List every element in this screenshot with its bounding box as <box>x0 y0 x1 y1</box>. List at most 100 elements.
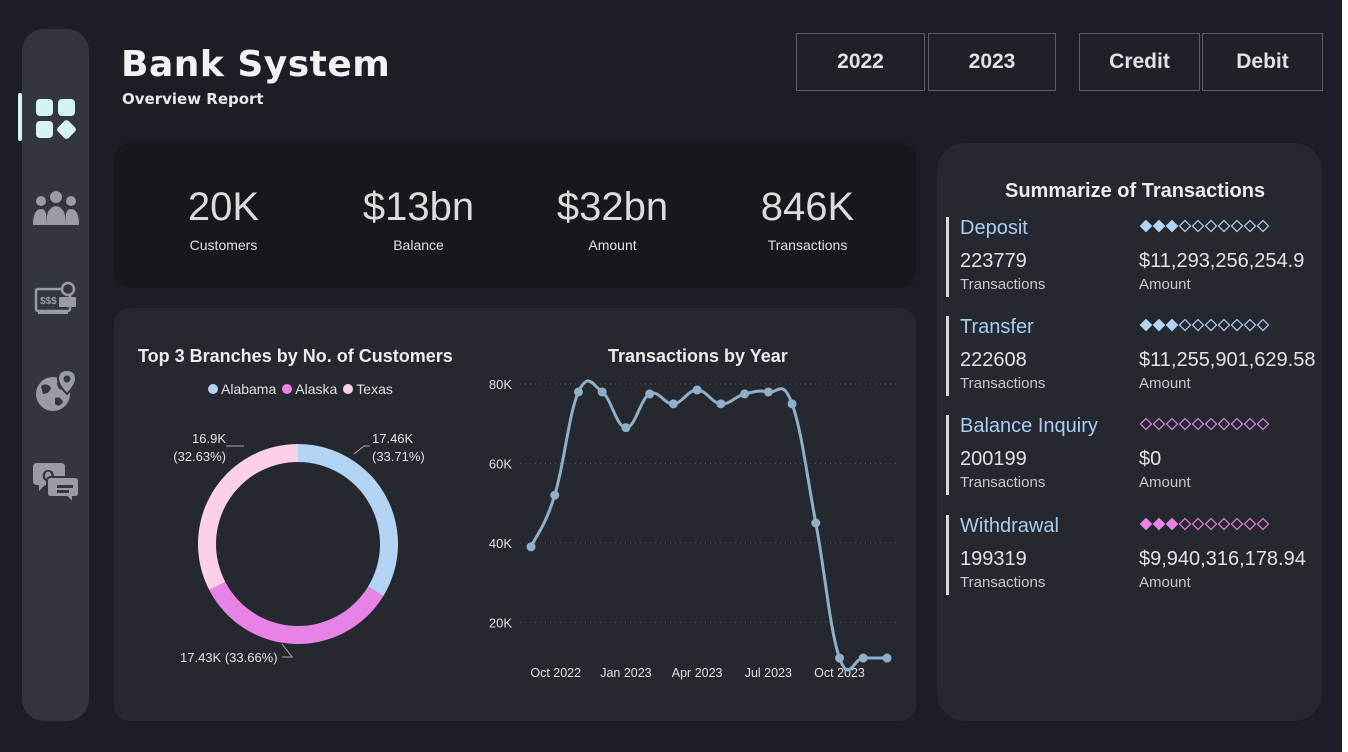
donut-chart-title: Top 3 Branches by No. of Customers <box>138 346 453 366</box>
rating-diamond-filled <box>1152 318 1166 332</box>
legend-dot <box>343 384 354 394</box>
legend-dot <box>282 384 293 394</box>
rating-diamond-empty <box>1191 318 1205 332</box>
summary-item-balance-inquiry: Balance Inquiry 200199 Transactions $0 A… <box>946 415 1316 495</box>
qa-chat-icon: Q <box>32 463 79 503</box>
summary-item-count-label: Transactions <box>960 474 1046 491</box>
kpi-label: Customers <box>189 237 258 253</box>
nav-support[interactable]: Q <box>22 453 89 509</box>
nav-locations[interactable] <box>22 363 89 419</box>
legend-dot <box>208 384 218 394</box>
kpi-value: 846K <box>760 185 855 229</box>
summary-item-amount: $0 <box>1139 448 1162 470</box>
rating-diamond-empty <box>1204 417 1218 431</box>
globe-location-icon <box>35 368 77 411</box>
rating-diamonds <box>1139 318 1270 332</box>
year-2023-button[interactable]: 2023 <box>928 33 1056 91</box>
kpi-label: Transactions <box>767 237 848 253</box>
line-point <box>692 385 702 395</box>
donut-chart: 17.46K (33.71%) 17.43K (33.66%) 16.9K (32.63… <box>173 431 425 665</box>
rating-diamond-empty <box>1256 417 1270 431</box>
rating-diamond-empty <box>1230 318 1244 332</box>
donut-slice-alaska <box>209 581 384 644</box>
summary-item-amount: $11,293,256,254.9 <box>1139 250 1305 272</box>
rating-diamond-empty <box>1230 219 1244 233</box>
legend-label: Alaska <box>295 381 338 397</box>
nav-dashboard[interactable] <box>18 91 89 147</box>
rating-diamond-filled <box>1139 219 1153 233</box>
kpi-amount: $32bn Amount <box>535 143 690 288</box>
line-series <box>529 379 887 672</box>
summary-item-count: 199319 <box>960 548 1027 570</box>
line-point <box>787 399 797 409</box>
rating-diamond-filled <box>1165 318 1179 332</box>
summary-item-transfer: Transfer 222608 Transactions $11,255,901… <box>946 316 1316 396</box>
x-tick-label: Oct 2022 <box>530 666 581 680</box>
summary-item-name: Transfer <box>960 316 1034 338</box>
window-edge <box>1342 0 1348 752</box>
rating-diamond-empty <box>1217 417 1231 431</box>
rating-diamond-empty <box>1256 219 1270 233</box>
line-point <box>763 387 773 397</box>
rating-diamond-empty <box>1243 219 1257 233</box>
rating-diamond-empty <box>1217 219 1231 233</box>
payment-terminal-icon: $$$ <box>34 281 76 314</box>
nav-payments[interactable]: $$$ <box>22 271 89 327</box>
rating-diamond-empty <box>1191 219 1205 233</box>
summary-item-amount: $9,940,316,178.94 <box>1139 548 1306 570</box>
line-point <box>835 653 845 663</box>
line-point <box>573 387 583 397</box>
summary-item-amount-label: Amount <box>1139 574 1191 591</box>
line-point <box>645 389 655 399</box>
x-tick-label: Jul 2023 <box>745 666 792 680</box>
rating-diamond-empty <box>1230 417 1244 431</box>
kpi-panel: 20K Customers $13bn Balance $32bn Amount… <box>114 143 916 288</box>
donut-slice-alabama <box>298 444 398 597</box>
kpi-value: 20K <box>187 185 260 229</box>
legend-item-alaska[interactable]: Alaska <box>282 381 337 397</box>
rating-diamonds <box>1139 219 1270 233</box>
summary-item-amount-label: Amount <box>1139 474 1191 491</box>
legend-item-alabama[interactable]: Alabama <box>208 381 276 397</box>
sidebar: $$$ Q <box>18 29 89 721</box>
kpi-label: Balance <box>393 237 444 253</box>
summary-item-count: 200199 <box>960 448 1027 470</box>
rating-diamond-empty <box>1243 517 1257 531</box>
rating-diamond-empty <box>1243 417 1257 431</box>
x-tick-label: Oct 2023 <box>814 666 865 680</box>
line-point <box>716 399 726 409</box>
rating-diamond-empty <box>1178 517 1192 531</box>
rating-diamond-filled <box>1139 318 1153 332</box>
line-point <box>597 387 607 397</box>
line-chart-title: Transactions by Year <box>608 346 788 366</box>
line-point <box>668 399 678 409</box>
summary-item-amount-label: Amount <box>1139 276 1191 293</box>
credit-button[interactable]: Credit <box>1079 33 1200 91</box>
kpi-customers: 20K Customers <box>146 143 301 288</box>
line-point <box>526 542 536 552</box>
summary-item-name: Balance Inquiry <box>960 415 1098 437</box>
rating-diamond-filled <box>1139 517 1153 531</box>
summary-item-count-label: Transactions <box>960 276 1046 293</box>
year-2022-button[interactable]: 2022 <box>796 33 925 91</box>
nav-customers[interactable] <box>22 181 89 237</box>
summary-item-withdrawal: Withdrawal 199319 Transactions $9,940,31… <box>946 515 1316 595</box>
rating-diamond-filled <box>1152 517 1166 531</box>
rating-diamond-empty <box>1178 318 1192 332</box>
x-tick-label: Apr 2023 <box>672 666 723 680</box>
rating-diamond-empty <box>1243 318 1257 332</box>
donut-slice-texas <box>198 444 298 591</box>
rating-diamond-empty <box>1191 517 1205 531</box>
legend-item-texas[interactable]: Texas <box>343 381 393 397</box>
debit-button[interactable]: Debit <box>1202 33 1323 91</box>
legend-label: Texas <box>356 381 393 397</box>
rating-diamond-empty <box>1217 318 1231 332</box>
rating-diamond-empty <box>1230 517 1244 531</box>
donut-data-label: 17.46K <box>372 431 414 446</box>
dashboard-icon <box>35 99 76 139</box>
kpi-value: $32bn <box>556 185 669 229</box>
line-point <box>858 653 868 663</box>
rating-diamond-empty <box>1217 517 1231 531</box>
rating-diamond-empty <box>1191 417 1205 431</box>
rating-diamond-empty <box>1204 219 1218 233</box>
